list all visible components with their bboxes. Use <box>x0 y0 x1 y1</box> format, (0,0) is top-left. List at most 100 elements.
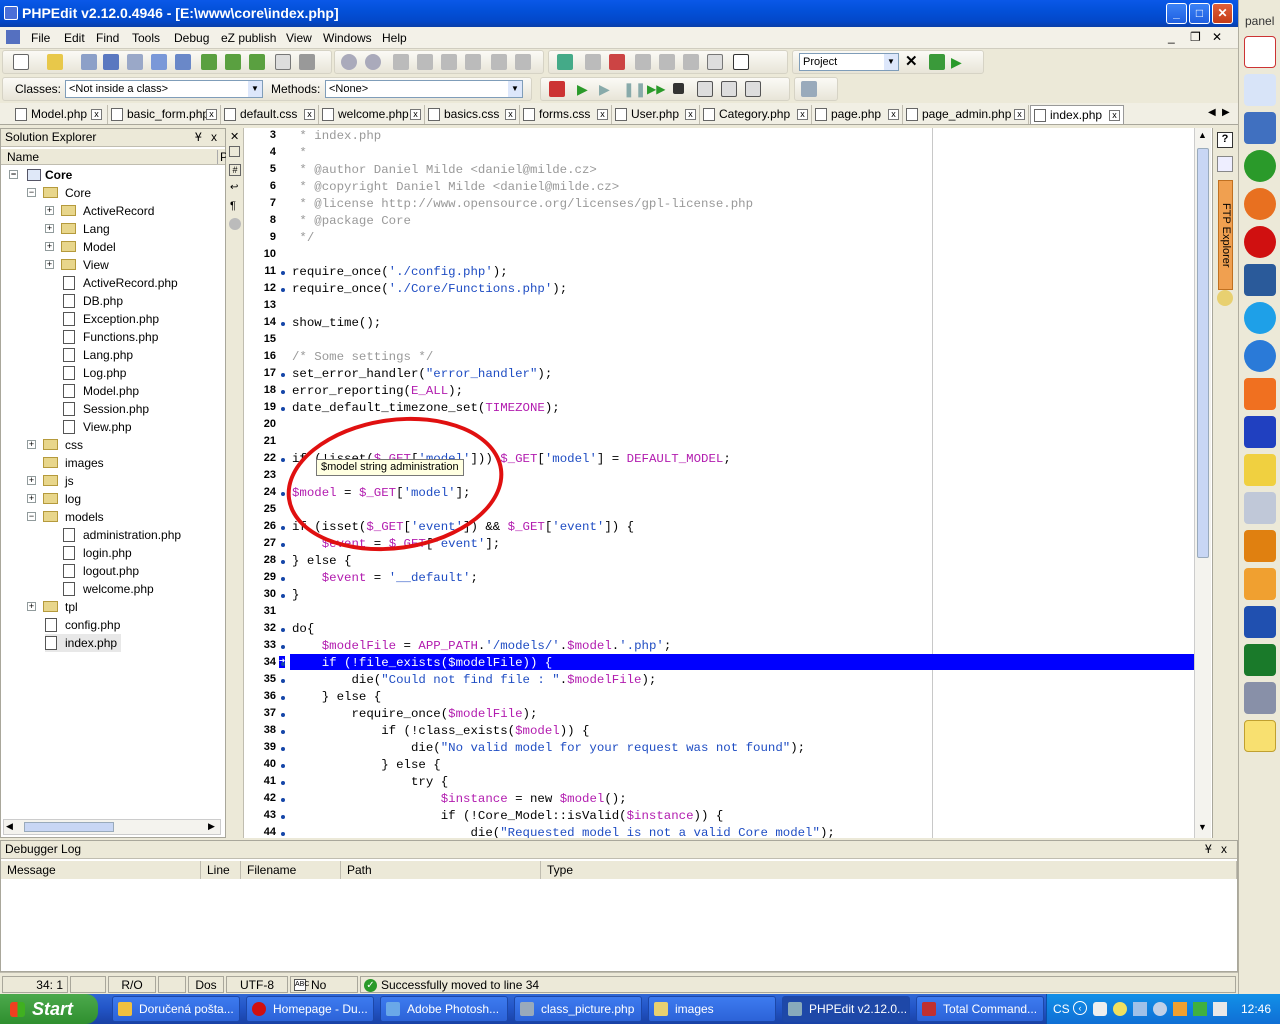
code-line[interactable]: $instance = new $model(); <box>292 792 627 806</box>
task-total-commander[interactable]: Total Command... <box>916 996 1044 1022</box>
pdf-icon[interactable] <box>1244 36 1276 68</box>
project-refresh-icon[interactable] <box>929 54 945 70</box>
task-mail[interactable]: Doručená pošta... <box>112 996 240 1022</box>
menu-debug[interactable]: Debug <box>174 31 209 45</box>
code-line[interactable]: * @copyright Daniel Milde <daniel@milde.… <box>292 180 619 194</box>
code-line[interactable]: set_error_handler("error_handler"); <box>292 367 552 381</box>
code-line[interactable]: error_reporting(E_ALL); <box>292 384 463 398</box>
code-line[interactable]: } else { <box>292 758 441 772</box>
checkmark-app-icon[interactable] <box>1244 378 1276 410</box>
step-icon[interactable]: ▶ <box>599 81 615 97</box>
code-line[interactable]: } <box>292 588 299 602</box>
tree-folder-models[interactable]: − models <box>27 508 104 526</box>
tree-file[interactable]: ActiveRecord.php <box>63 274 178 292</box>
tree-file[interactable]: Functions.php <box>63 328 158 346</box>
scroll-down-icon[interactable]: ▼ <box>1198 822 1207 832</box>
reload-icon[interactable] <box>249 54 265 70</box>
encoding-indicator[interactable]: UTF-8 <box>226 976 288 993</box>
tree-file[interactable]: login.php <box>63 544 132 562</box>
language-indicator[interactable]: CS <box>1053 1002 1070 1016</box>
tree-file[interactable]: Exception.php <box>63 310 159 328</box>
scroll-left-icon[interactable]: ◀ <box>6 821 13 832</box>
windows-icon[interactable] <box>175 54 191 70</box>
ftp-icon[interactable] <box>557 54 573 70</box>
download-tray-icon[interactable] <box>1193 1002 1207 1016</box>
readonly-indicator[interactable]: R/O <box>108 976 156 993</box>
computer-icon[interactable] <box>1244 492 1276 524</box>
code-line[interactable]: require_once('./config.php'); <box>292 265 508 279</box>
notes-icon[interactable] <box>1244 720 1276 752</box>
icq-icon[interactable] <box>1244 150 1276 182</box>
close-file-icon[interactable] <box>127 54 143 70</box>
stop-icon[interactable] <box>673 83 684 94</box>
tree-file[interactable]: logout.php <box>63 562 139 580</box>
menu-windows[interactable]: Windows <box>323 31 372 45</box>
code-line[interactable]: $modelFile = APP_PATH.'/models/'.$model.… <box>292 639 672 653</box>
print-preview-icon[interactable] <box>275 54 291 70</box>
close-tab-icon[interactable]: x <box>1014 109 1025 120</box>
mdi-minimize-button[interactable]: _ <box>1168 30 1175 44</box>
pin-icon[interactable]: Ұ <box>1205 841 1212 858</box>
code-line[interactable]: * <box>292 146 306 160</box>
volume-tray-icon[interactable] <box>1213 1002 1227 1016</box>
task-class-picture[interactable]: class_picture.php <box>514 996 642 1022</box>
scroll-thumb[interactable] <box>1197 148 1209 558</box>
crown-icon[interactable] <box>1244 568 1276 600</box>
box-icon[interactable] <box>1244 530 1276 562</box>
bulb-tray-icon[interactable] <box>1113 1002 1127 1016</box>
menu-file[interactable]: File <box>31 31 50 45</box>
mdi-restore-button[interactable]: ❐ <box>1190 30 1201 44</box>
code-line[interactable]: * @author Daniel Milde <daniel@milde.cz> <box>292 163 596 177</box>
download-icon[interactable] <box>1244 264 1276 296</box>
scroll-thumb[interactable] <box>24 822 114 832</box>
task-homepage[interactable]: Homepage - Du... <box>246 996 374 1022</box>
tree-folder-view[interactable]: + View <box>45 256 109 274</box>
pilcrow-icon[interactable]: ¶ <box>230 200 236 212</box>
tree-file[interactable]: welcome.php <box>63 580 154 598</box>
start-button[interactable]: Start <box>0 994 98 1024</box>
help-icon[interactable] <box>733 54 749 70</box>
redo-icon[interactable] <box>365 54 381 70</box>
close-project-icon[interactable]: ✕ <box>905 54 921 70</box>
tree-file-selected[interactable]: index.php <box>45 634 122 652</box>
tray-expand-icon[interactable]: ‹ <box>1073 1001 1087 1015</box>
task-images[interactable]: images <box>648 996 776 1022</box>
tab-basic-form-php[interactable]: basic_form.php x <box>108 105 221 124</box>
tree-folder-log[interactable]: + log <box>27 490 81 508</box>
code-line[interactable]: require_once('./Core/Functions.php'); <box>292 282 567 296</box>
clock[interactable]: 12:46 <box>1241 1002 1271 1016</box>
edit-app-icon[interactable] <box>1244 682 1276 714</box>
code-line[interactable]: $event = '__default'; <box>292 571 478 585</box>
grid-icon[interactable] <box>635 54 651 70</box>
step-out-icon[interactable] <box>745 81 761 97</box>
close-panel-icon[interactable]: x <box>1221 841 1227 858</box>
close-tab-icon[interactable]: x <box>1109 110 1120 121</box>
floppy-icon[interactable] <box>1244 416 1276 448</box>
scroll-tabs-left-icon[interactable]: ◀ <box>1208 107 1216 118</box>
network-tray-icon[interactable] <box>1093 1002 1107 1016</box>
menu-tools[interactable]: Tools <box>132 31 160 45</box>
tree-file[interactable]: Lang.php <box>63 346 133 364</box>
methods-combo[interactable]: <None> ▼ <box>325 80 523 98</box>
column-type[interactable]: Type <box>541 861 1237 879</box>
menu-ezpublish[interactable]: eZ publish <box>221 31 276 45</box>
code-line[interactable]: * @package Core <box>292 214 411 228</box>
indent-icon[interactable] <box>491 54 507 70</box>
column-path[interactable]: Path <box>341 861 541 879</box>
code-line[interactable]: /* Some settings */ <box>292 350 433 364</box>
scroll-up-icon[interactable]: ▲ <box>1198 130 1207 140</box>
code-line[interactable]: } else { <box>292 554 352 568</box>
tab-user-php[interactable]: User.php x <box>612 105 700 124</box>
code-line[interactable]: */ <box>292 231 314 245</box>
column-filename[interactable]: Filename <box>241 861 341 879</box>
skype-icon[interactable] <box>1244 302 1276 334</box>
tree-folder-lang[interactable]: + Lang <box>45 220 110 238</box>
undo-icon[interactable] <box>341 54 357 70</box>
classes-combo[interactable]: <Not inside a class> ▼ <box>65 80 263 98</box>
line-numbers-icon[interactable]: # <box>229 164 241 176</box>
menu-find[interactable]: Find <box>96 31 119 45</box>
editor-vertical-scrollbar[interactable]: ▲ ▼ <box>1194 128 1211 838</box>
breakpoint-icon[interactable] <box>549 81 565 97</box>
tree-file[interactable]: View.php <box>63 418 132 436</box>
bookmark-toggle-icon[interactable] <box>229 146 240 157</box>
